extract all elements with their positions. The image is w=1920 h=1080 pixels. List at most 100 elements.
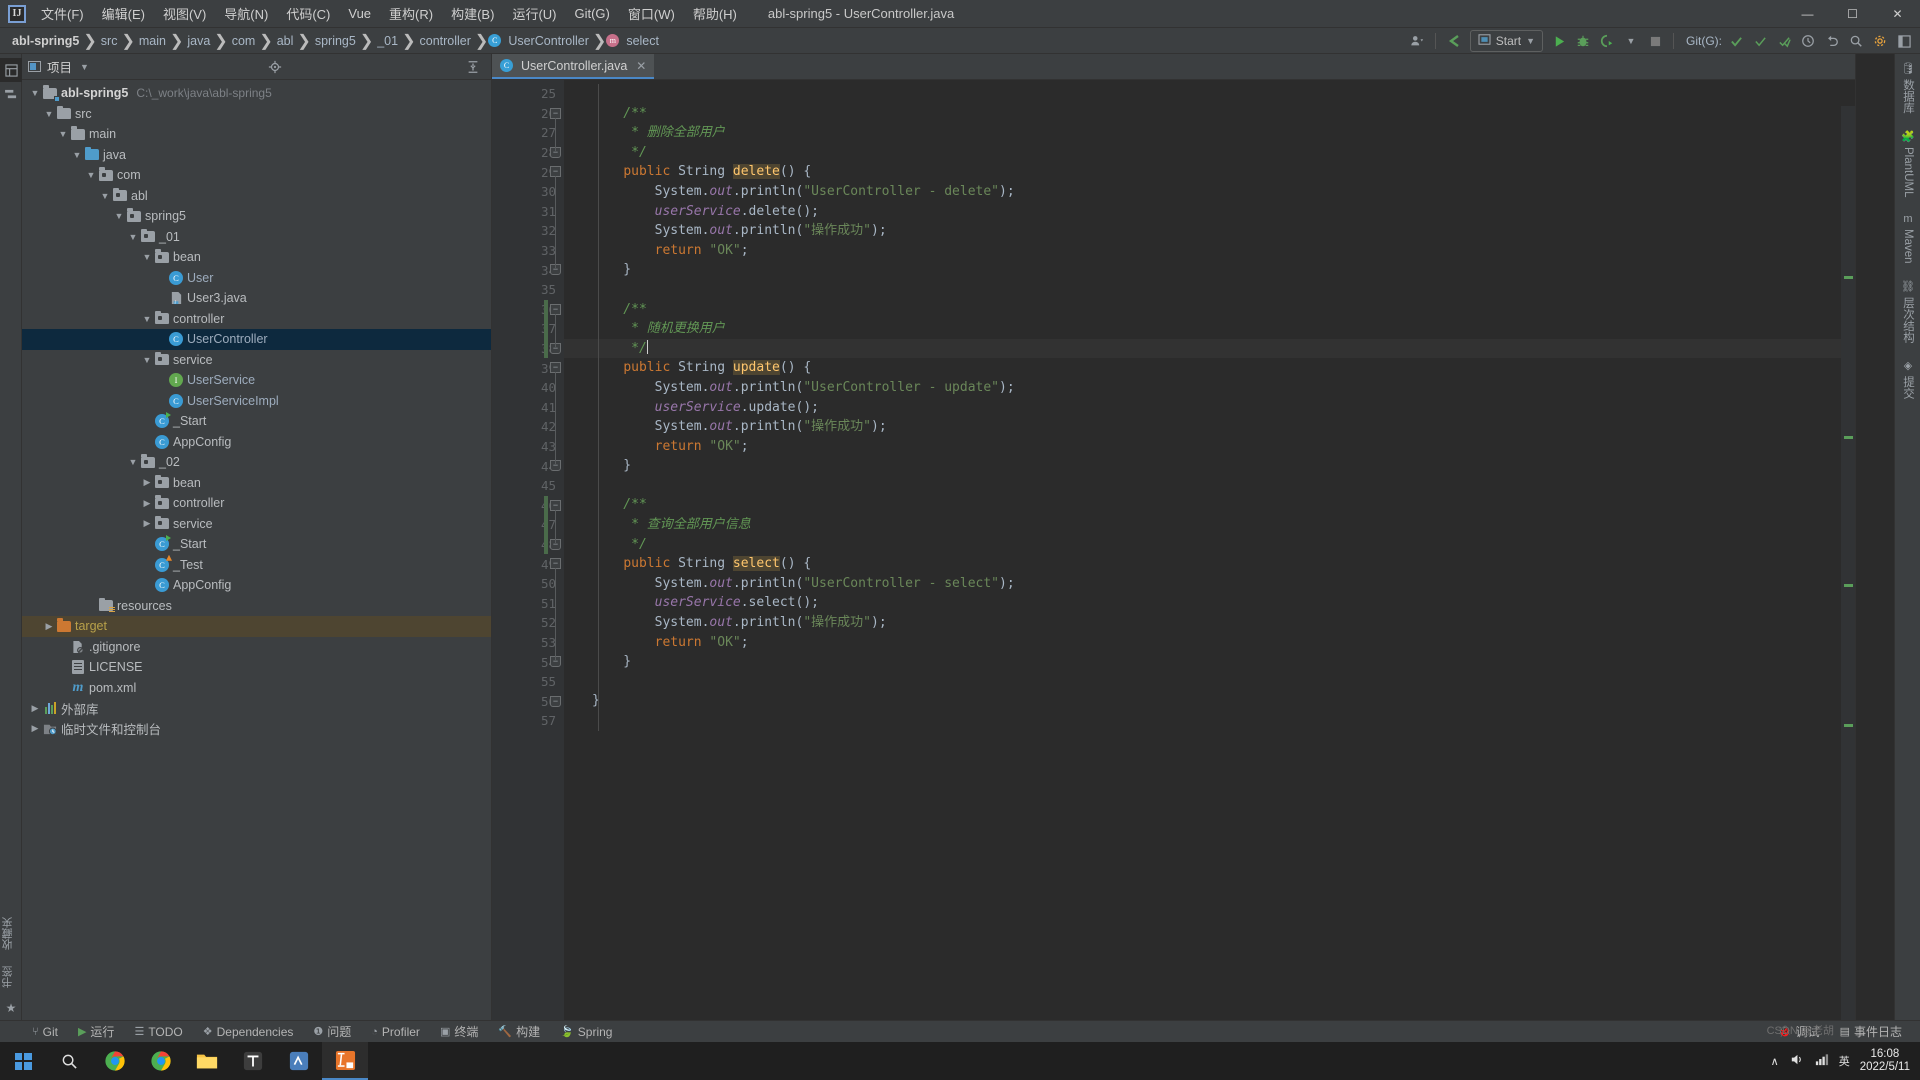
breadcrumb-item-spring5[interactable]: spring5 <box>311 33 360 49</box>
tree-node-user3-java[interactable]: J User3.java <box>22 288 491 309</box>
menu-run[interactable]: 运行(U) <box>503 0 565 27</box>
tool-window-plantuml[interactable]: 🧩 PlantUML <box>1895 122 1920 206</box>
tool-window-build[interactable]: 🔨 构建 <box>488 1021 550 1043</box>
chevron-down-icon[interactable]: ▼ <box>42 109 56 119</box>
menu-build[interactable]: 构建(B) <box>442 0 503 27</box>
update-project-icon[interactable] <box>1442 30 1466 52</box>
code-line[interactable]: } <box>564 652 1855 672</box>
menu-refactor[interactable]: 重构(R) <box>380 0 442 27</box>
chevron-down-icon[interactable]: ▼ <box>70 150 84 160</box>
tree-node-external-libraries[interactable]: ▶ 外部库 <box>22 698 491 719</box>
code-line[interactable]: public String delete() { <box>564 162 1855 182</box>
taskbar-search-icon[interactable] <box>46 1042 92 1080</box>
chevron-down-icon[interactable]: ▼ <box>28 88 42 98</box>
chevron-down-icon[interactable]: ▼ <box>112 211 126 221</box>
tree-node-bean-02[interactable]: ▶ bean <box>22 473 491 494</box>
tree-node-spring5[interactable]: ▼ spring5 <box>22 206 491 227</box>
taskbar-app[interactable] <box>276 1042 322 1080</box>
code-line[interactable]: * 随机更换用户 <box>564 319 1855 339</box>
tree-node-start-02[interactable]: C _Start <box>22 534 491 555</box>
close-icon[interactable]: ✕ <box>636 59 646 73</box>
tool-window-spring[interactable]: 🍃 Spring <box>550 1021 622 1043</box>
chevron-right-icon[interactable]: ▶ <box>42 621 56 632</box>
code-line[interactable] <box>564 476 1855 496</box>
breadcrumb-item-main[interactable]: main <box>135 33 170 49</box>
tool-window-hierarchy[interactable]: ⛓ 层次结构 <box>1895 272 1920 351</box>
bookmarks-tool-label[interactable]: 书签 <box>0 958 22 996</box>
layout-icon[interactable] <box>1892 30 1916 52</box>
ime-indicator[interactable]: 英 <box>1839 1053 1850 1069</box>
vcs-change-marker[interactable] <box>544 495 548 516</box>
chevron-right-icon[interactable]: ▶ <box>140 477 154 488</box>
tree-node-service-01[interactable]: ▼ service <box>22 350 491 371</box>
collapse-all-icon[interactable] <box>461 56 485 78</box>
taskbar-intellij[interactable] <box>322 1042 368 1080</box>
network-icon[interactable] <box>1814 1052 1829 1070</box>
settings-icon[interactable] <box>1868 30 1892 52</box>
chevron-right-icon[interactable]: ▶ <box>28 703 42 714</box>
taskbar-chrome-2[interactable] <box>138 1042 184 1080</box>
fold-end-icon[interactable]: − <box>550 695 561 707</box>
chevron-right-icon[interactable]: ▶ <box>140 498 154 509</box>
menu-code[interactable]: 代码(C) <box>277 0 339 27</box>
tree-node-abl[interactable]: ▼ abl <box>22 186 491 207</box>
tree-node-userservice[interactable]: I UserService <box>22 370 491 391</box>
run-configuration-selector[interactable]: Start ▼ <box>1469 30 1543 52</box>
select-opened-file-icon[interactable] <box>263 56 287 78</box>
tool-window-run[interactable]: ▶ 运行 <box>68 1021 124 1043</box>
volume-icon[interactable] <box>1789 1052 1804 1070</box>
menu-window[interactable]: 窗口(W) <box>619 0 684 27</box>
breadcrumb-item-java[interactable]: java <box>183 33 214 49</box>
chevron-right-icon[interactable]: ▶ <box>28 723 42 734</box>
code-line[interactable]: System.out.println("UserController - upd… <box>564 378 1855 398</box>
tool-window-maven[interactable]: m Maven <box>1895 205 1920 272</box>
tree-node-service-02[interactable]: ▶ service <box>22 514 491 535</box>
code-line[interactable]: userService.update(); <box>564 398 1855 418</box>
editor-gutter[interactable]: 25 26 27 28 29 30 31 32 33 34 35 36 37 38 39 40 41 42 43 44… <box>492 80 564 1020</box>
editor-tab-usercontroller[interactable]: C UserController.java ✕ <box>492 54 655 79</box>
code-line[interactable] <box>564 711 1855 731</box>
code-line[interactable]: System.out.println("UserController - sel… <box>564 574 1855 594</box>
taskbar-file-explorer[interactable] <box>184 1042 230 1080</box>
git-push-icon[interactable] <box>1772 30 1796 52</box>
tree-node-src[interactable]: ▼ src <box>22 104 491 125</box>
code-line[interactable]: return "OK"; <box>564 437 1855 457</box>
code-line[interactable]: */ <box>564 338 1855 359</box>
code-line[interactable]: System.out.println("操作成功"); <box>564 417 1855 437</box>
taskbar-typora[interactable] <box>230 1042 276 1080</box>
breadcrumb-item-usercontroller[interactable]: C UserController <box>488 33 593 49</box>
tool-window-profiler[interactable]: ◔ Profiler <box>361 1021 430 1043</box>
run-with-coverage-icon[interactable] <box>1595 30 1619 52</box>
tree-node-abl-spring5[interactable]: ▼ abl-spring5 C:\_work\java\abl-spring5 <box>22 83 491 104</box>
code-line[interactable]: public String update() { <box>564 358 1855 378</box>
vcs-change-marker[interactable] <box>544 319 548 339</box>
chevron-down-icon[interactable]: ▼ <box>140 314 154 324</box>
chevron-down-icon[interactable]: ▼ <box>126 232 140 242</box>
code-line[interactable]: /** <box>564 495 1855 515</box>
chevron-right-icon[interactable]: ▶ <box>140 518 154 529</box>
error-stripe[interactable] <box>1841 106 1855 1020</box>
tool-window-git[interactable]: ⑂ Git <box>22 1021 68 1043</box>
taskbar-clock[interactable]: 16:08 2022/5/11 <box>1860 1048 1910 1074</box>
tree-node-scratches[interactable]: ▶ 临时文件和控制台 <box>22 719 491 740</box>
search-everywhere-icon[interactable] <box>1844 30 1868 52</box>
code-text[interactable]: /** * 删除全部用户 */ public String delete() {… <box>564 80 1855 1020</box>
tree-node-usercontroller[interactable]: C UserController <box>22 329 491 350</box>
chevron-down-icon[interactable]: ▼ <box>56 129 70 139</box>
code-line[interactable]: */ <box>564 535 1855 555</box>
code-line[interactable]: return "OK"; <box>564 241 1855 261</box>
code-view[interactable]: 25 26 27 28 29 30 31 32 33 34 35 36 37 38 39 40 41 42 43 44… <box>492 80 1855 1020</box>
tree-node-userserviceimpl[interactable]: C UserServiceImpl <box>22 391 491 412</box>
tree-node-resources[interactable]: resources <box>22 596 491 617</box>
code-line[interactable] <box>564 672 1855 692</box>
code-line[interactable]: } <box>564 260 1855 280</box>
tree-node-02[interactable]: ▼ _02 <box>22 452 491 473</box>
taskbar-chrome[interactable] <box>92 1042 138 1080</box>
code-line[interactable]: * 删除全部用户 <box>564 123 1855 143</box>
vcs-change-marker[interactable] <box>544 299 548 320</box>
user-profile-icon[interactable] <box>1405 30 1429 52</box>
breadcrumb-item--01[interactable]: _01 <box>373 33 402 49</box>
breadcrumb-item-src[interactable]: src <box>97 33 122 49</box>
tool-window-commit[interactable]: ◈ 提交 <box>1895 351 1920 407</box>
chevron-down-icon[interactable]: ▼ <box>126 457 140 467</box>
